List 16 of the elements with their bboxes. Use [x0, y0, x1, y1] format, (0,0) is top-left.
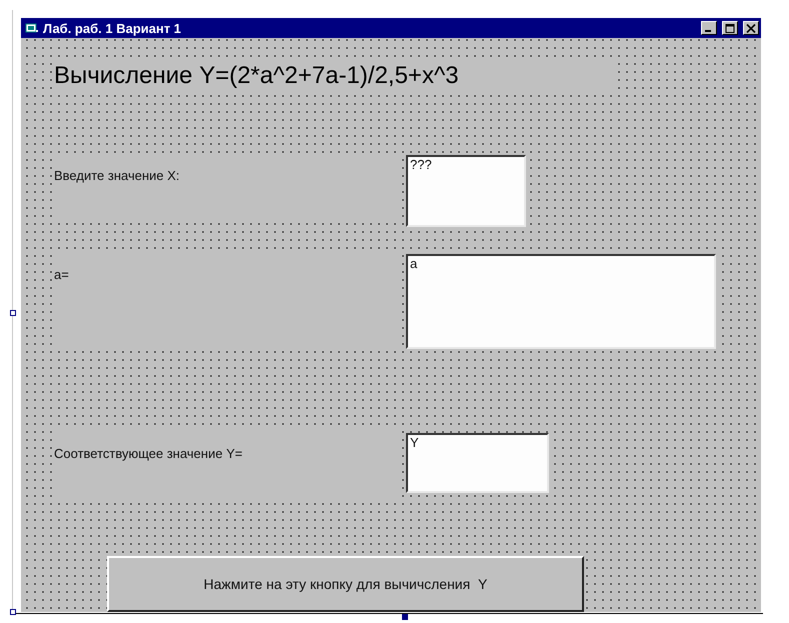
close-button[interactable]: [743, 21, 759, 35]
field-label: a=: [54, 252, 399, 348]
form-icon: [25, 22, 39, 34]
text-field[interactable]: a: [406, 254, 716, 350]
calculate-button[interactable]: Нажмите на эту кнопку для вычичсления Y: [107, 556, 584, 612]
text-field[interactable]: Y: [406, 433, 549, 494]
minimize-button[interactable]: [701, 21, 717, 35]
window-title: Лаб. раб. 1 Вариант 1: [43, 20, 182, 36]
resize-handle[interactable]: [10, 310, 16, 316]
resize-handle[interactable]: [10, 609, 16, 615]
minimize-icon: [705, 30, 711, 32]
maximize-button[interactable]: [722, 21, 738, 35]
close-icon: [746, 24, 756, 32]
maximize-icon: [725, 24, 735, 32]
resize-handle[interactable]: [402, 614, 408, 620]
text-field[interactable]: ???: [406, 155, 526, 228]
